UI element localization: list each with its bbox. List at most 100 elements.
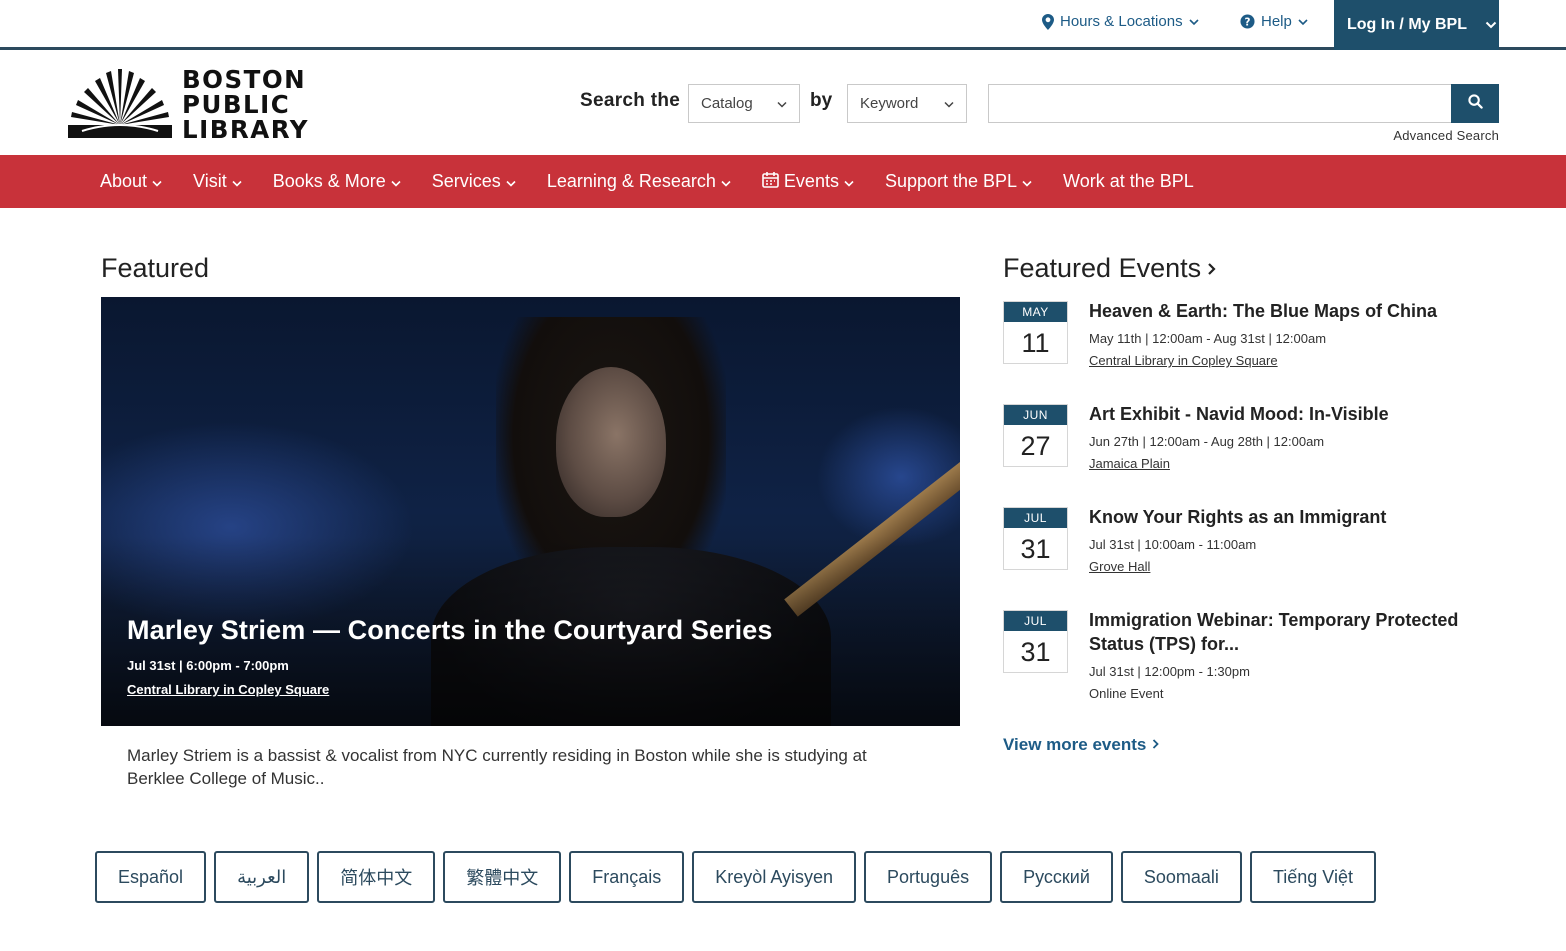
featured-event-date: Jul 31st | 6:00pm - 7:00pm xyxy=(127,658,289,673)
chevron-right-icon xyxy=(1207,253,1217,284)
nav-item-label: Visit xyxy=(193,171,227,191)
chevron-down-icon xyxy=(506,171,516,192)
chevron-down-icon xyxy=(1298,18,1308,26)
bpl-logo[interactable]: BOSTON PUBLIC LIBRARY xyxy=(68,67,309,142)
nav-item-learning-research[interactable]: Learning & Research xyxy=(547,171,731,192)
language-button-spanish[interactable]: Español xyxy=(95,851,207,903)
language-button-portuguese[interactable]: Português xyxy=(864,851,993,903)
nav-item-label: Events xyxy=(783,171,839,191)
chevron-right-icon xyxy=(1152,735,1160,755)
nav-item-about[interactable]: About xyxy=(100,171,162,192)
fan-emblem-icon xyxy=(68,69,172,138)
language-button-russian[interactable]: Русский xyxy=(1000,851,1113,903)
event-day: 31 xyxy=(1020,637,1051,667)
event-title-link[interactable]: Art Exhibit - Navid Mood: In-Visible xyxy=(1089,402,1469,426)
event-location-link[interactable]: Grove Hall xyxy=(1089,559,1150,574)
language-button-arabic[interactable]: العربية xyxy=(214,851,310,903)
event-day: 31 xyxy=(1020,534,1051,564)
logo-line: LIBRARY xyxy=(182,115,309,144)
search-field-select[interactable]: Keyword xyxy=(847,84,967,123)
utility-bar: Hours & Locations ? Help Log In / My BPL xyxy=(0,0,1566,50)
search-icon xyxy=(1467,93,1483,114)
svg-text:?: ? xyxy=(1245,16,1251,28)
nav-item-label: Support the BPL xyxy=(884,171,1018,191)
featured-events-heading-link[interactable]: Featured Events xyxy=(1003,253,1217,284)
event-time: Jun 27th | 12:00am - Aug 28th | 12:00am xyxy=(1089,434,1325,449)
language-button-french[interactable]: Français xyxy=(569,851,685,903)
event-time: Jul 31st | 12:00pm - 1:30pm xyxy=(1089,664,1250,679)
nav-item-visit[interactable]: Visit xyxy=(193,171,242,192)
chevron-down-icon xyxy=(391,171,401,192)
search-scope-select[interactable]: Catalog xyxy=(688,84,800,123)
nav-item-label: Books & More xyxy=(272,171,386,191)
featured-description: Marley Striem is a bassist & vocalist fr… xyxy=(127,746,867,788)
search-button[interactable] xyxy=(1451,84,1499,123)
featured-event-location-link[interactable]: Central Library in Copley Square xyxy=(127,682,329,697)
event-date-badge: JUL 31 xyxy=(1003,507,1068,570)
event-title-link[interactable]: Immigration Webinar: Temporary Protected… xyxy=(1089,608,1469,656)
featured-event-title[interactable]: Marley Striem — Concerts in the Courtyar… xyxy=(127,615,773,646)
search-the-label: Search the xyxy=(580,90,681,111)
event-month: JUN xyxy=(1004,405,1067,425)
nav-item-support[interactable]: Support the BPL xyxy=(885,171,1032,192)
nav-item-label: Learning & Research xyxy=(546,171,716,191)
event-location-link[interactable]: Central Library in Copley Square xyxy=(1089,353,1278,368)
view-more-events-link[interactable]: View more events xyxy=(1003,735,1160,755)
event-month: JUL xyxy=(1004,611,1067,631)
chevron-down-icon xyxy=(721,171,731,192)
event-title-link[interactable]: Heaven & Earth: The Blue Maps of China xyxy=(1089,299,1469,323)
chevron-down-icon xyxy=(1485,16,1497,34)
hours-locations-link[interactable]: Hours & Locations xyxy=(1042,13,1199,30)
nav-item-services[interactable]: Services xyxy=(432,171,516,192)
nav-item-work[interactable]: Work at the BPL xyxy=(1063,171,1194,192)
hero-image-detail xyxy=(556,367,666,517)
event-date-badge: JUL 31 xyxy=(1003,610,1068,673)
logo-line: PUBLIC xyxy=(182,90,291,119)
search-scope-value: Catalog xyxy=(701,95,753,112)
chevron-down-icon xyxy=(232,171,242,192)
nav-item-label: About xyxy=(100,171,148,191)
event-title-link[interactable]: Know Your Rights as an Immigrant xyxy=(1089,505,1469,529)
nav-item-books-more[interactable]: Books & More xyxy=(273,171,401,192)
chevron-down-icon xyxy=(1189,18,1199,26)
language-button-somali[interactable]: Soomaali xyxy=(1120,851,1242,903)
event-time: May 11th | 12:00am - Aug 31st | 12:00am xyxy=(1089,331,1327,346)
event-date-badge: JUN 27 xyxy=(1003,404,1068,467)
main-navigation: About Visit Books & More Services Learni… xyxy=(0,155,1566,208)
language-button-traditional-chinese[interactable]: 繁體中文 xyxy=(443,851,562,903)
language-button-simplified-chinese[interactable]: 简体中文 xyxy=(317,851,436,903)
hours-locations-label: Hours & Locations xyxy=(1060,13,1183,30)
event-location: Online Event xyxy=(1089,686,1164,701)
help-label: Help xyxy=(1261,13,1292,30)
event-day: 11 xyxy=(1021,328,1050,358)
login-my-bpl-button[interactable]: Log In / My BPL xyxy=(1334,0,1499,50)
chevron-down-icon xyxy=(944,95,954,112)
map-pin-icon xyxy=(1042,13,1054,30)
chevron-down-icon xyxy=(844,171,854,192)
view-more-label: View more events xyxy=(1003,735,1147,754)
event-time: Jul 31st | 10:00am - 11:00am xyxy=(1089,537,1257,552)
featured-events-heading: Featured Events xyxy=(1003,253,1202,283)
search-input[interactable] xyxy=(988,84,1452,123)
logo-wordmark: BOSTON PUBLIC LIBRARY xyxy=(182,67,309,142)
language-button-haitian-creole[interactable]: Kreyòl Ayisyen xyxy=(692,851,857,903)
help-link[interactable]: ? Help xyxy=(1240,13,1308,30)
chevron-down-icon xyxy=(152,171,162,192)
featured-hero-card[interactable]: Marley Striem — Concerts in the Courtyar… xyxy=(101,297,960,726)
featured-heading: Featured xyxy=(101,253,210,283)
nav-item-label: Work at the BPL xyxy=(1063,171,1194,191)
language-selector: Español العربية 简体中文 繁體中文 Français Kreyò… xyxy=(95,851,1376,903)
nav-item-events[interactable]: Events xyxy=(762,171,854,193)
calendar-icon xyxy=(762,171,779,193)
event-month: JUL xyxy=(1004,508,1067,528)
event-month: MAY xyxy=(1004,302,1067,322)
chevron-down-icon xyxy=(1022,171,1032,192)
question-circle-icon: ? xyxy=(1240,14,1255,29)
advanced-search-link[interactable]: Advanced Search xyxy=(1393,128,1499,143)
event-day: 27 xyxy=(1020,431,1051,461)
language-button-vietnamese[interactable]: Tiếng Việt xyxy=(1249,851,1376,903)
logo-line: BOSTON xyxy=(182,65,307,94)
event-date-badge: MAY 11 xyxy=(1003,301,1068,364)
login-label: Log In / My BPL xyxy=(1347,16,1467,33)
event-location-link[interactable]: Jamaica Plain xyxy=(1089,456,1170,471)
